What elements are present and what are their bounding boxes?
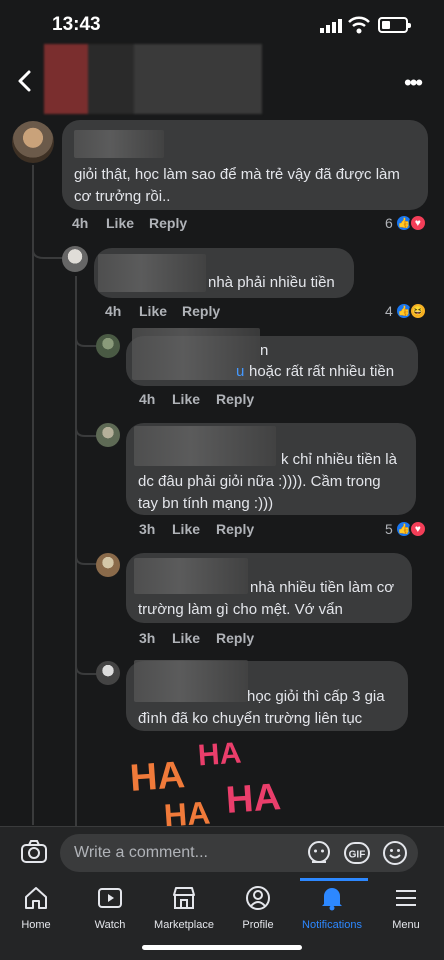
thread-line	[32, 165, 34, 825]
comment-time: 4h	[105, 303, 122, 319]
thread-connector	[75, 320, 97, 347]
avatar[interactable]	[96, 334, 120, 358]
tab-menu[interactable]: Menu	[362, 884, 444, 931]
like-button[interactable]: Like	[139, 303, 167, 319]
avatar[interactable]	[96, 423, 120, 447]
sticker-word: HA	[128, 754, 187, 800]
back-icon[interactable]	[14, 66, 36, 96]
comment-name-fragment: n	[260, 342, 269, 359]
avatar[interactable]	[96, 661, 120, 685]
like-button[interactable]: Like	[172, 521, 200, 537]
avatar-sticker-icon[interactable]	[306, 840, 332, 866]
menu-icon	[396, 890, 416, 906]
thread-connector	[75, 410, 97, 437]
avatar[interactable]	[62, 246, 88, 272]
redacted-post-author	[44, 44, 262, 114]
comment-time: 3h	[139, 521, 156, 537]
battery-icon	[378, 17, 411, 33]
avatar[interactable]	[96, 553, 120, 577]
redacted-commenter-name	[74, 130, 164, 158]
reaction-summary[interactable]: 6 👍 ♥	[385, 214, 427, 232]
comment-text-line: dc đâu phải giỏi nữa :)))). Cầm trong	[138, 473, 381, 490]
reaction-summary[interactable]: 4 👍 😆	[385, 302, 427, 320]
love-reaction-icon: ♥	[408, 214, 427, 232]
comment-text: nhà phải nhiều tiền	[208, 274, 335, 291]
comment-text: giỏi thật, học làm sao để mà trẻ vậy đã …	[74, 166, 400, 205]
comment-text: nhà nhiều tiền làm cơ	[250, 579, 395, 596]
redacted-commenter-name	[134, 558, 248, 594]
active-tab-indicator	[300, 878, 368, 881]
svg-text:GIF: GIF	[349, 850, 366, 861]
camera-icon[interactable]	[20, 838, 48, 866]
tab-label: Menu	[392, 919, 420, 931]
haha-sticker[interactable]: HA HA HA HA	[128, 738, 298, 826]
like-button[interactable]: Like	[172, 391, 200, 407]
thread-connector	[75, 538, 97, 565]
reaction-count: 4	[385, 303, 393, 319]
comment-time: 4h	[72, 215, 89, 231]
comment-text-line: trường làm gì cho mệt. Vớ vẩn	[138, 601, 343, 618]
signal-icon	[320, 19, 342, 33]
reply-button[interactable]: Reply	[216, 521, 254, 537]
wifi-icon	[348, 16, 370, 34]
comment-text: k chỉ nhiều tiền là	[281, 451, 397, 468]
redacted-commenter-name	[98, 254, 206, 292]
mention-fragment[interactable]: u	[236, 361, 244, 383]
reply-button[interactable]: Reply	[149, 215, 187, 231]
comment-text-line: tay bn tính mạng :)))	[138, 495, 274, 512]
redacted-commenter-name	[134, 426, 276, 466]
reply-button[interactable]: Reply	[216, 630, 254, 646]
reaction-count: 6	[385, 215, 393, 231]
sticker-word: HA	[196, 738, 243, 773]
like-button[interactable]: Like	[172, 630, 200, 646]
more-options-button[interactable]: •••	[404, 70, 423, 96]
home-icon	[25, 887, 47, 909]
gif-icon[interactable]: GIF	[344, 840, 370, 866]
love-reaction-icon: ♥	[408, 520, 427, 538]
watch-icon	[98, 888, 122, 908]
avatar[interactable]	[12, 121, 54, 163]
home-indicator	[142, 945, 302, 950]
status-time: 13:43	[52, 14, 101, 35]
reply-button[interactable]: Reply	[182, 303, 220, 319]
comment-text: hoặc rất rất nhiều tiền	[249, 363, 395, 380]
reply-button[interactable]: Reply	[216, 391, 254, 407]
haha-reaction-icon: 😆	[408, 302, 427, 320]
marketplace-icon	[173, 887, 195, 909]
sticker-word: HA	[162, 794, 212, 826]
profile-icon	[246, 886, 270, 910]
sticker-word: HA	[224, 776, 283, 822]
comment-time: 4h	[139, 391, 156, 407]
comment-text: học giỏi thì cấp 3 gia	[247, 688, 385, 705]
emoji-icon[interactable]	[382, 840, 408, 866]
thread-connector	[75, 648, 97, 675]
like-button[interactable]: Like	[106, 215, 134, 231]
thread-connector	[32, 230, 64, 259]
bell-icon	[322, 888, 342, 911]
reaction-summary[interactable]: 5 👍 ♥	[385, 520, 427, 538]
comment-text-line: đình đã ko chuyển trường liên tục	[138, 710, 363, 727]
reaction-count: 5	[385, 521, 393, 537]
comment-time: 3h	[139, 630, 156, 646]
redacted-commenter-name	[134, 660, 248, 702]
